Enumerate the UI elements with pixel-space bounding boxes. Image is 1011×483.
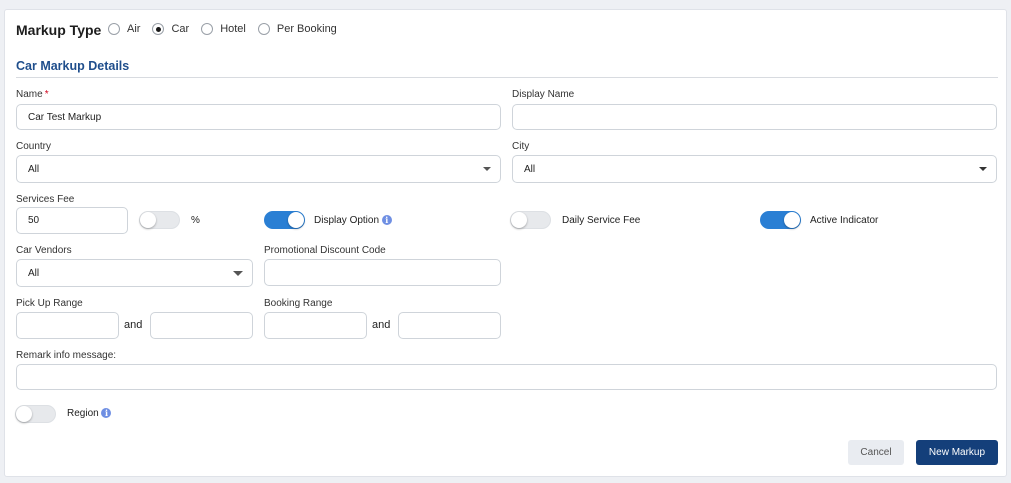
city-select-value: All (524, 163, 536, 175)
region-toggle[interactable] (15, 405, 56, 423)
region-text: Region (67, 408, 99, 419)
markup-type-radio-group: Air Car Hotel Per Booking (108, 23, 349, 35)
booking-range-and: and (372, 319, 391, 331)
markup-type-label: Markup Type (16, 22, 102, 38)
daily-service-fee-label: Daily Service Fee (562, 215, 641, 226)
display-name-input[interactable] (512, 104, 997, 130)
services-fee-value: 50 (28, 215, 40, 226)
region-label: Region i (67, 408, 112, 419)
caret-down-icon (979, 167, 987, 171)
cancel-button[interactable]: Cancel (848, 440, 904, 465)
pickup-range-label: Pick Up Range (16, 298, 83, 309)
name-input[interactable]: Car Test Markup (16, 104, 501, 130)
toggle-knob (140, 212, 156, 228)
promo-code-input[interactable] (264, 259, 501, 286)
country-select[interactable]: All (16, 155, 501, 183)
remark-label: Remark info message: (16, 350, 117, 361)
promo-code-label: Promotional Discount Code (264, 245, 386, 256)
radio-circle-car[interactable] (152, 23, 165, 35)
percent-toggle[interactable] (139, 211, 180, 229)
display-option-label: Display Option i (314, 215, 392, 226)
markup-form-card: Markup Type Air Car Hotel Per Booking Ca… (4, 9, 1007, 477)
toggle-knob (511, 212, 527, 228)
toggle-knob (288, 212, 304, 228)
radio-label-per-booking: Per Booking (276, 23, 337, 35)
active-indicator-label: Active Indicator (810, 215, 879, 226)
radio-per-booking[interactable]: Per Booking (257, 23, 337, 35)
pickup-range-from-input[interactable] (16, 312, 119, 339)
radio-car[interactable]: Car (152, 23, 189, 35)
display-option-text: Display Option (314, 215, 380, 226)
car-vendors-select[interactable]: All (16, 259, 253, 287)
booking-range-from-input[interactable] (264, 312, 367, 339)
required-mark: * (44, 89, 49, 100)
pickup-range-to-input[interactable] (150, 312, 253, 339)
booking-range-label: Booking Range (264, 298, 333, 309)
info-icon[interactable]: i (381, 215, 392, 225)
toggle-knob (16, 406, 32, 422)
percent-label: % (191, 215, 200, 226)
caret-down-icon (233, 271, 243, 276)
radio-label-hotel: Hotel (220, 23, 246, 35)
new-markup-button[interactable]: New Markup (916, 440, 998, 465)
radio-label-air: Air (127, 23, 141, 35)
radio-air[interactable]: Air (108, 23, 140, 35)
section-title: Car Markup Details (16, 59, 130, 73)
country-label: Country (16, 141, 52, 152)
car-vendors-select-value: All (28, 267, 40, 279)
pickup-range-and: and (124, 319, 143, 331)
car-vendors-label: Car Vendors (16, 245, 72, 256)
city-label: City (512, 141, 530, 152)
display-name-label: Display Name (512, 89, 575, 100)
city-select[interactable]: All (512, 155, 997, 183)
daily-service-fee-toggle[interactable] (510, 211, 551, 229)
remark-input[interactable] (16, 364, 997, 390)
country-select-value: All (28, 163, 40, 175)
radio-circle-per-booking[interactable] (257, 23, 270, 35)
name-label: Name * (16, 89, 49, 100)
services-fee-label: Services Fee (16, 194, 75, 205)
radio-hotel[interactable]: Hotel (201, 23, 246, 35)
caret-down-icon (483, 167, 491, 171)
display-option-toggle[interactable] (264, 211, 305, 229)
radio-circle-air[interactable] (108, 23, 120, 35)
services-fee-input[interactable]: 50 (16, 207, 128, 234)
active-indicator-toggle[interactable] (760, 211, 801, 229)
radio-circle-hotel[interactable] (201, 23, 214, 35)
booking-range-to-input[interactable] (398, 312, 501, 339)
radio-label-car: Car (171, 23, 190, 35)
section-divider (16, 77, 998, 78)
toggle-knob (784, 212, 800, 228)
name-input-value: Car Test Markup (28, 111, 102, 123)
info-icon[interactable]: i (101, 408, 112, 418)
